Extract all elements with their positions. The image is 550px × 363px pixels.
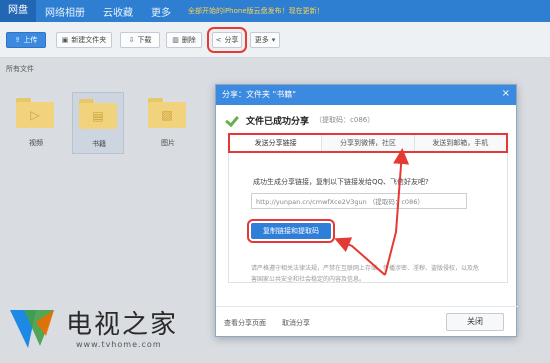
promo-banner-text[interactable]: 全部开始的iPhone版云盘发布！现在更新！ (188, 6, 324, 16)
download-icon: ⇩ (128, 36, 135, 44)
dialog-title: 分享：文件夹 "书籍" (216, 85, 516, 105)
more-button[interactable]: 更多 ▾ (250, 32, 280, 48)
breadcrumb[interactable]: 所有文件 (6, 64, 34, 74)
copy-link-button[interactable]: 复制链接和提取码 (247, 219, 335, 243)
share-button[interactable]: < 分享 (207, 27, 247, 53)
download-button[interactable]: ⇩ 下载 (120, 32, 160, 48)
share-link-field[interactable] (251, 193, 467, 209)
share-method-tabs: 发送分享链接 分享到微博，社区 发送到邮箱，手机 (228, 133, 508, 153)
tvhome-logo-icon (10, 310, 54, 348)
tab-send-link[interactable]: 发送分享链接 (230, 135, 323, 151)
new-folder-label: 新建文件夹 (71, 36, 107, 44)
file-name: 图片 (161, 139, 175, 147)
tab-share-weibo[interactable]: 分享到微博，社区 (322, 135, 415, 151)
chevron-down-icon: ▾ (271, 36, 276, 44)
image-icon: ▨ (161, 108, 173, 122)
trash-icon: ▥ (172, 36, 179, 44)
new-folder-icon: ▣ (61, 36, 69, 44)
upload-icon: ⇪ (14, 36, 21, 44)
nav-more[interactable]: 更多 (142, 4, 180, 19)
upload-button[interactable]: ⇪ 上传 (6, 32, 46, 48)
watermark: 电视之家 www.tvhome.com (2, 298, 232, 360)
success-title: 文件已成功分享 (246, 116, 310, 127)
link-instruction: 成功生成分享链接，复制以下链接发给QQ、飞信好友吧? (253, 178, 429, 186)
folder-icon: ▷ (16, 98, 54, 128)
play-icon: ▷ (30, 108, 40, 122)
extract-code: （提取码：c086） (315, 116, 375, 124)
share-icon: < (215, 36, 222, 44)
file-name: 书籍 (92, 140, 106, 148)
nav-brand-wangpan[interactable]: 网盘 (0, 0, 36, 22)
file-item-video[interactable]: ▷ 视频 (10, 92, 62, 154)
share-label: 分享 (224, 36, 239, 44)
folder-icon: ▤ (79, 99, 117, 129)
nav-photo-album[interactable]: 网络相册 (36, 4, 94, 19)
top-nav-bar: 网盘 网络相册 云收藏 更多 全部开始的iPhone版云盘发布！现在更新！ (0, 0, 550, 22)
watermark-url: www.tvhome.com (76, 340, 162, 349)
dialog-footer: 查看分享页面 取消分享 关闭 (216, 306, 518, 336)
download-label: 下载 (137, 36, 152, 44)
watermark-name: 电视之家 (66, 310, 179, 340)
close-icon[interactable]: × (502, 88, 510, 99)
upload-label: 上传 (23, 36, 38, 44)
checkmark-icon (226, 113, 240, 127)
share-success-banner: 文件已成功分享 （提取码：c086） (226, 111, 374, 129)
new-folder-button[interactable]: ▣ 新建文件夹 (56, 32, 112, 48)
file-name: 视频 (29, 139, 43, 147)
more-label: 更多 (254, 36, 269, 44)
nav-cloud-favorites[interactable]: 云收藏 (94, 4, 142, 19)
file-item-books[interactable]: ▤ 书籍 (72, 92, 124, 154)
share-dialog: 分享：文件夹 "书籍" × 文件已成功分享 （提取码：c086） 发送分享链接 … (215, 84, 518, 337)
close-button[interactable]: 关闭 (446, 313, 504, 331)
legal-notice: 请严格遵守相关法律法规，严禁在互联网上存储、传播涉密、淫秽、盗版侵权，以及危害国… (251, 265, 480, 283)
file-toolbar: ⇪ 上传 ▣ 新建文件夹 ⇩ 下载 ▥ 删除 < 分享 更多 ▾ (0, 22, 550, 58)
delete-label: 删除 (181, 36, 196, 44)
file-item-pictures[interactable]: ▨ 图片 (142, 92, 194, 154)
send-link-panel: 成功生成分享链接，复制以下链接发给QQ、飞信好友吧? 复制链接和提取码 请严格遵… (228, 153, 508, 283)
cancel-share-link[interactable]: 取消分享 (282, 318, 310, 328)
book-icon: ▤ (92, 109, 104, 123)
delete-button[interactable]: ▥ 删除 (166, 32, 202, 48)
tab-send-email[interactable]: 发送到邮箱，手机 (415, 135, 506, 151)
folder-icon: ▨ (148, 98, 186, 128)
